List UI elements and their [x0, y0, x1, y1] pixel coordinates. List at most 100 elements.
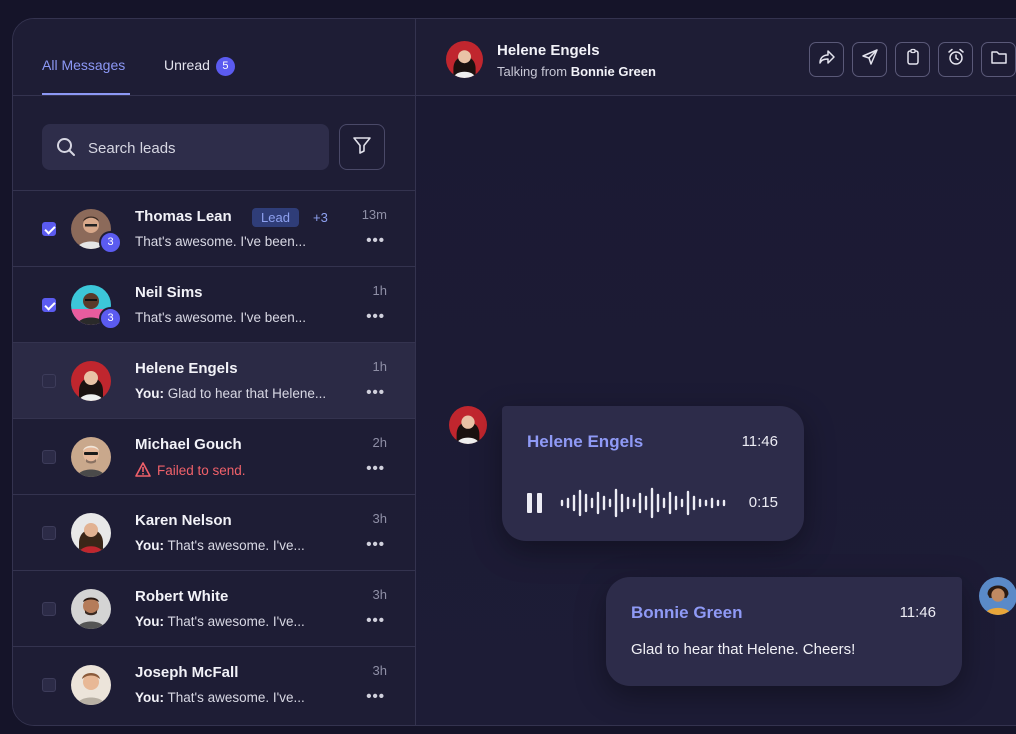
- message-body: Glad to hear that Helene. Cheers!: [631, 641, 856, 658]
- alarm-icon: [947, 48, 965, 71]
- message-preview-text: That's awesome. I've...: [164, 538, 305, 553]
- row-checkbox[interactable]: [42, 374, 56, 388]
- more-options-button[interactable]: •••: [366, 688, 385, 705]
- message-preview: That's awesome. I've been...: [135, 310, 306, 325]
- more-options-button[interactable]: •••: [366, 612, 385, 629]
- more-options-button[interactable]: •••: [366, 232, 385, 249]
- contact-name: Robert White: [135, 588, 229, 605]
- warning-icon: [135, 462, 151, 480]
- message-preview-error: Failed to send.: [135, 462, 246, 480]
- contact-name: Helene Engels: [135, 360, 238, 377]
- search-box: [42, 124, 329, 172]
- avatar: [71, 437, 111, 477]
- conversation-row[interactable]: Michael Gouch Failed to send. 2h •••: [13, 418, 415, 494]
- row-checkbox[interactable]: [42, 526, 56, 540]
- message-time: 1h: [372, 359, 387, 374]
- voice-message-bubble: Helene Engels 11:46 0:15: [502, 406, 804, 541]
- you-prefix: You:: [135, 614, 164, 629]
- contact-name: Michael Gouch: [135, 436, 242, 453]
- more-options-button[interactable]: •••: [366, 308, 385, 325]
- forward-button[interactable]: [809, 42, 844, 77]
- lead-badge: Lead: [252, 208, 299, 227]
- contact-name: Thomas Lean: [135, 208, 232, 225]
- message-time: 2h: [372, 435, 387, 450]
- message-time: 3h: [372, 663, 387, 678]
- message-time: 13m: [361, 207, 387, 222]
- avatar: [446, 41, 483, 78]
- avatar: 3: [71, 209, 122, 254]
- you-prefix: You:: [135, 386, 164, 401]
- avatar: [71, 513, 111, 553]
- contact-name: Karen Nelson: [135, 512, 232, 529]
- avatar: [449, 406, 487, 444]
- filter-icon: [352, 135, 372, 160]
- row-checkbox[interactable]: [42, 450, 56, 464]
- more-options-button[interactable]: •••: [366, 384, 385, 401]
- conversation-panel: All Messages Unread5 3 Thomas L: [13, 19, 416, 725]
- clipboard-icon: [904, 48, 922, 71]
- message-preview: You: That's awesome. I've...: [135, 614, 305, 629]
- search-input[interactable]: [86, 124, 320, 172]
- avatar: [71, 361, 111, 401]
- more-options-button[interactable]: •••: [366, 536, 385, 553]
- conversation-row[interactable]: Joseph McFall You: That's awesome. I've.…: [13, 646, 415, 722]
- more-options-button[interactable]: •••: [366, 460, 385, 477]
- row-checkbox[interactable]: [42, 222, 56, 236]
- message-time: 11:46: [741, 433, 778, 450]
- contact-name: Joseph McFall: [135, 664, 239, 681]
- avatar: [71, 665, 111, 705]
- message-time: 3h: [372, 587, 387, 602]
- filter-button[interactable]: [339, 124, 385, 170]
- voice-player: [526, 483, 736, 528]
- message-preview: You: That's awesome. I've...: [135, 690, 305, 705]
- chat-subtitle: Talking from Bonnie Green: [497, 64, 656, 79]
- archive-button[interactable]: [981, 42, 1016, 77]
- unread-count-badge: 5: [215, 57, 235, 76]
- message-tabs: All Messages Unread 5: [13, 19, 415, 96]
- message-preview-text: That's awesome. I've...: [164, 614, 305, 629]
- extra-tags-count: +3: [313, 210, 328, 225]
- waveform-icon: [560, 487, 726, 519]
- conversation-row[interactable]: 3 Neil Sims That's awesome. I've been...…: [13, 266, 415, 342]
- tab-unread-label: Unread: [164, 57, 210, 73]
- message-time: 1h: [372, 283, 387, 298]
- folder-icon: [990, 48, 1008, 71]
- chat-subtitle-prefix: Talking from: [497, 64, 568, 79]
- search-icon: [56, 137, 76, 162]
- tab-unread[interactable]: Unread 5: [164, 57, 235, 76]
- you-prefix: You:: [135, 690, 164, 705]
- row-checkbox[interactable]: [42, 602, 56, 616]
- message-preview: You: That's awesome. I've...: [135, 538, 305, 553]
- contact-name: Neil Sims: [135, 284, 203, 301]
- message-preview-text: Glad to hear that Helene...: [164, 386, 327, 401]
- conversation-list: 3 Thomas Lean Lead +3 That's awesome. I'…: [13, 190, 415, 722]
- message-time: 11:46: [899, 604, 936, 621]
- row-checkbox[interactable]: [42, 298, 56, 312]
- avatar-count-badge: 3: [99, 307, 122, 330]
- conversation-row[interactable]: Karen Nelson You: That's awesome. I've..…: [13, 494, 415, 570]
- avatar: [71, 589, 111, 629]
- send-button[interactable]: [852, 42, 887, 77]
- conversation-row[interactable]: Helene Engels You: Glad to hear that Hel…: [13, 342, 415, 418]
- tab-all-messages[interactable]: All Messages: [42, 57, 125, 73]
- send-icon: [861, 48, 879, 71]
- message-preview-text: That's awesome. I've...: [164, 690, 305, 705]
- message-time: 3h: [372, 511, 387, 526]
- error-text: Failed to send.: [157, 463, 246, 478]
- chat-agent-name: Bonnie Green: [570, 64, 656, 79]
- avatar-count-badge: 3: [99, 231, 122, 254]
- chat-area: Helene Engels 11:46 0:15 Bonnie Green 11…: [416, 96, 1016, 725]
- conversation-row[interactable]: Robert White You: That's awesome. I've..…: [13, 570, 415, 646]
- avatar: 3: [71, 285, 122, 330]
- avatar: [979, 577, 1016, 615]
- conversation-row[interactable]: 3 Thomas Lean Lead +3 That's awesome. I'…: [13, 190, 415, 266]
- reminder-button[interactable]: [938, 42, 973, 77]
- you-prefix: You:: [135, 538, 164, 553]
- text-message-bubble: Bonnie Green 11:46 Glad to hear that Hel…: [606, 577, 962, 686]
- notes-button[interactable]: [895, 42, 930, 77]
- messages-window: All Messages Unread5 3 Thomas L: [12, 18, 1016, 726]
- pause-icon[interactable]: [527, 493, 542, 513]
- row-checkbox[interactable]: [42, 678, 56, 692]
- message-sender: Bonnie Green: [631, 603, 743, 622]
- message-sender: Helene Engels: [527, 432, 644, 451]
